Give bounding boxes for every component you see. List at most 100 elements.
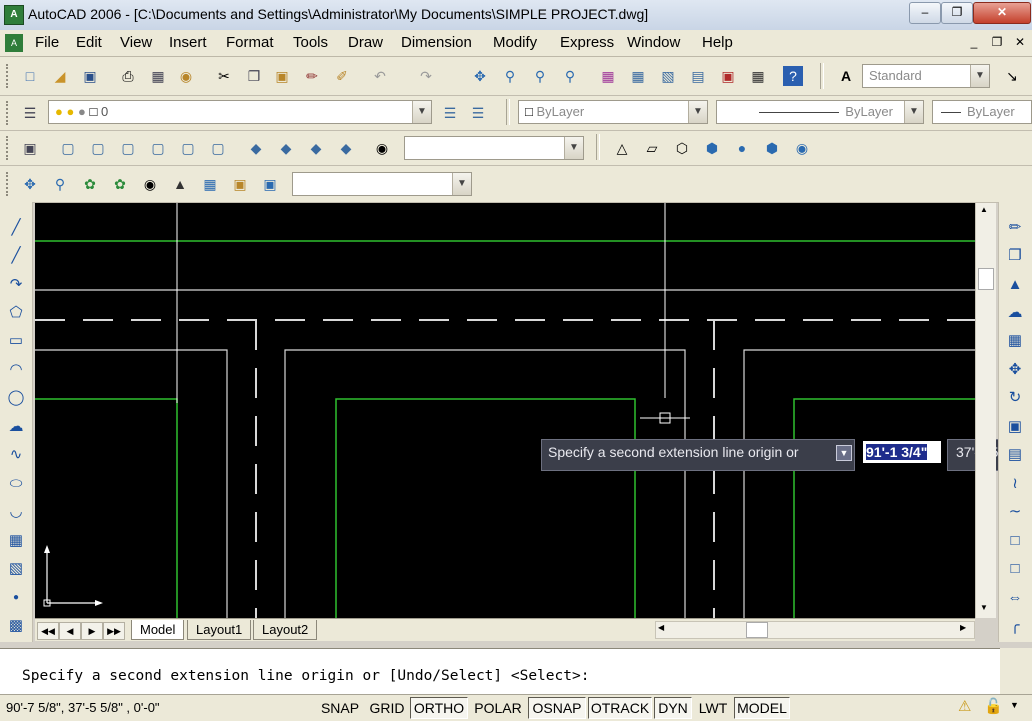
horizontal-scrollbar[interactable]: ◀ ▶ <box>655 621 975 639</box>
horizontal-scroll-thumb[interactable] <box>746 622 768 638</box>
menu-help[interactable]: Help <box>702 34 733 51</box>
move-icon[interactable]: ✥ <box>1004 359 1026 381</box>
document-icon[interactable]: A <box>5 34 23 52</box>
viewport-scale-dropdown[interactable]: ▼ <box>292 172 472 196</box>
left-view-icon[interactable]: ▢ <box>116 136 140 160</box>
next-tab-icon[interactable]: ▶ <box>81 622 103 640</box>
tab-layout2[interactable]: Layout2 <box>253 620 318 640</box>
match-properties-icon[interactable]: ✏ <box>300 64 324 88</box>
spline-icon[interactable]: ∿ <box>5 444 27 466</box>
hidden-icon[interactable]: ⬡ <box>670 136 694 160</box>
chevron-down-icon[interactable]: ▼ <box>904 101 923 123</box>
front-view-icon[interactable]: ▢ <box>176 136 200 160</box>
osnap-toggle[interactable]: OSNAP <box>528 697 586 719</box>
sheet-set-icon[interactable]: ▤ <box>686 64 710 88</box>
flat-shaded-icon[interactable]: ⬢ <box>700 136 724 160</box>
cut-icon[interactable]: ✂ <box>212 64 236 88</box>
right-view-icon[interactable]: ▢ <box>146 136 170 160</box>
new-file-icon[interactable]: □ <box>18 64 42 88</box>
lock-toolbar-icon[interactable]: 🔓 <box>984 697 1003 715</box>
grid-toggle[interactable]: GRID <box>366 697 408 719</box>
gouraud-shaded-icon[interactable]: ● <box>730 136 754 160</box>
doc-close-button[interactable]: ✕ <box>1011 34 1029 51</box>
polyline-icon[interactable]: ↷ <box>5 274 27 296</box>
maximize-button[interactable]: ❐ <box>941 2 973 24</box>
last-tab-icon[interactable]: ▶▶ <box>103 622 125 640</box>
linetype-dropdown[interactable]: ByLayer ▼ <box>716 100 924 124</box>
properties-icon[interactable]: ▦ <box>596 64 620 88</box>
circle-icon[interactable]: ◯ <box>5 387 27 409</box>
clipping-icon[interactable]: ▣ <box>228 172 252 196</box>
bottom-view-icon[interactable]: ▢ <box>86 136 110 160</box>
2d-wireframe-icon[interactable]: △ <box>610 136 634 160</box>
scale-icon[interactable]: ▣ <box>1004 416 1026 438</box>
scroll-left-icon[interactable]: ◀ <box>658 623 664 632</box>
construction-line-icon[interactable]: ╱ <box>5 245 27 267</box>
stretch-icon[interactable]: ▤ <box>1004 444 1026 466</box>
lwt-toggle[interactable]: LWT <box>694 697 732 719</box>
text-style-icon[interactable]: A <box>834 64 858 88</box>
extend-icon[interactable]: ∼ <box>1004 501 1026 523</box>
chevron-down-icon[interactable]: ▼ <box>970 65 989 87</box>
model-toggle[interactable]: MODEL <box>734 697 790 719</box>
minimize-button[interactable]: – <box>909 2 941 24</box>
arc-icon[interactable]: ◠ <box>5 359 27 381</box>
array-icon[interactable]: ▦ <box>1004 330 1026 352</box>
command-scrollbar[interactable] <box>1000 648 1032 694</box>
zoom-window-icon[interactable]: ⚲ <box>528 64 552 88</box>
ellipse-icon[interactable]: ⬭ <box>5 473 27 495</box>
make-block-icon[interactable]: ▧ <box>5 558 27 580</box>
menu-tools[interactable]: Tools <box>293 34 328 51</box>
make-object-layer-current-icon[interactable]: ☰ <box>438 101 462 125</box>
polygon-icon[interactable]: ⬠ <box>5 302 27 324</box>
menu-draw[interactable]: Draw <box>348 34 383 51</box>
menu-insert[interactable]: Insert <box>169 34 207 51</box>
toolbar-grip[interactable] <box>6 64 12 88</box>
open-file-icon[interactable]: ◢ <box>48 64 72 88</box>
3d-wireframe-icon[interactable]: ▱ <box>640 136 664 160</box>
undo-icon[interactable]: ↶ <box>368 64 392 88</box>
revision-cloud-icon[interactable]: ☁ <box>5 416 27 438</box>
previous-tab-icon[interactable]: ◀ <box>59 622 81 640</box>
calculator-icon[interactable]: ▦ <box>746 64 770 88</box>
status-menu-icon[interactable]: ▼ <box>1010 700 1019 710</box>
lineweight-dropdown[interactable]: ByLayer <box>932 100 1032 124</box>
close-button[interactable]: ✕ <box>973 2 1031 24</box>
design-center-icon[interactable]: ▦ <box>626 64 650 88</box>
camera-icon[interactable]: ◉ <box>370 136 394 160</box>
scroll-right-icon[interactable]: ▶ <box>960 623 966 632</box>
top-view-icon[interactable]: ▢ <box>56 136 80 160</box>
swivel-icon[interactable]: ▲ <box>168 172 192 196</box>
3d-camera-icon[interactable]: ◉ <box>138 172 162 196</box>
back-view-icon[interactable]: ▢ <box>206 136 230 160</box>
named-views-icon[interactable]: ▣ <box>18 136 42 160</box>
chamfer-icon[interactable]: ╭ <box>1004 615 1026 637</box>
layer-previous-icon[interactable]: ☰ <box>466 101 490 125</box>
tab-model[interactable]: Model <box>131 620 185 640</box>
menu-modify[interactable]: Modify <box>493 34 537 51</box>
paste-icon[interactable]: ▣ <box>270 64 294 88</box>
break-point-icon[interactable]: □ <box>1004 530 1026 552</box>
nw-iso-view-icon[interactable]: ◆ <box>334 136 358 160</box>
continuous-orbit-icon[interactable]: ✿ <box>108 172 132 196</box>
text-style-dropdown[interactable]: Standard ▼ <box>862 64 990 88</box>
menu-view[interactable]: View <box>120 34 152 51</box>
snap-toggle[interactable]: SNAP <box>318 697 362 719</box>
adjust-distance-icon[interactable]: ▦ <box>198 172 222 196</box>
doc-restore-button[interactable]: ❐ <box>988 34 1006 51</box>
first-tab-icon[interactable]: ◀◀ <box>37 622 59 640</box>
copy-icon[interactable]: ❐ <box>1004 245 1026 267</box>
layer-properties-icon[interactable]: ☰ <box>18 101 42 125</box>
coordinate-display[interactable]: 90'-7 5/8", 37'-5 5/8" , 0'-0" <box>6 700 160 715</box>
hatch-icon[interactable]: ▩ <box>5 615 27 637</box>
print-icon[interactable]: ⎙ <box>116 64 140 88</box>
chevron-down-icon[interactable]: ▼ <box>688 101 707 123</box>
break-icon[interactable]: □ <box>1004 558 1026 580</box>
erase-icon[interactable]: ✏ <box>1004 217 1026 239</box>
chevron-down-icon[interactable]: ▼ <box>412 101 431 123</box>
scroll-up-icon[interactable]: ▲ <box>980 205 988 214</box>
toolbar-grip[interactable] <box>6 101 12 125</box>
rectangle-icon[interactable]: ▭ <box>5 330 27 352</box>
ellipse-arc-icon[interactable]: ◡ <box>5 501 27 523</box>
help-icon[interactable]: ? <box>783 66 803 86</box>
